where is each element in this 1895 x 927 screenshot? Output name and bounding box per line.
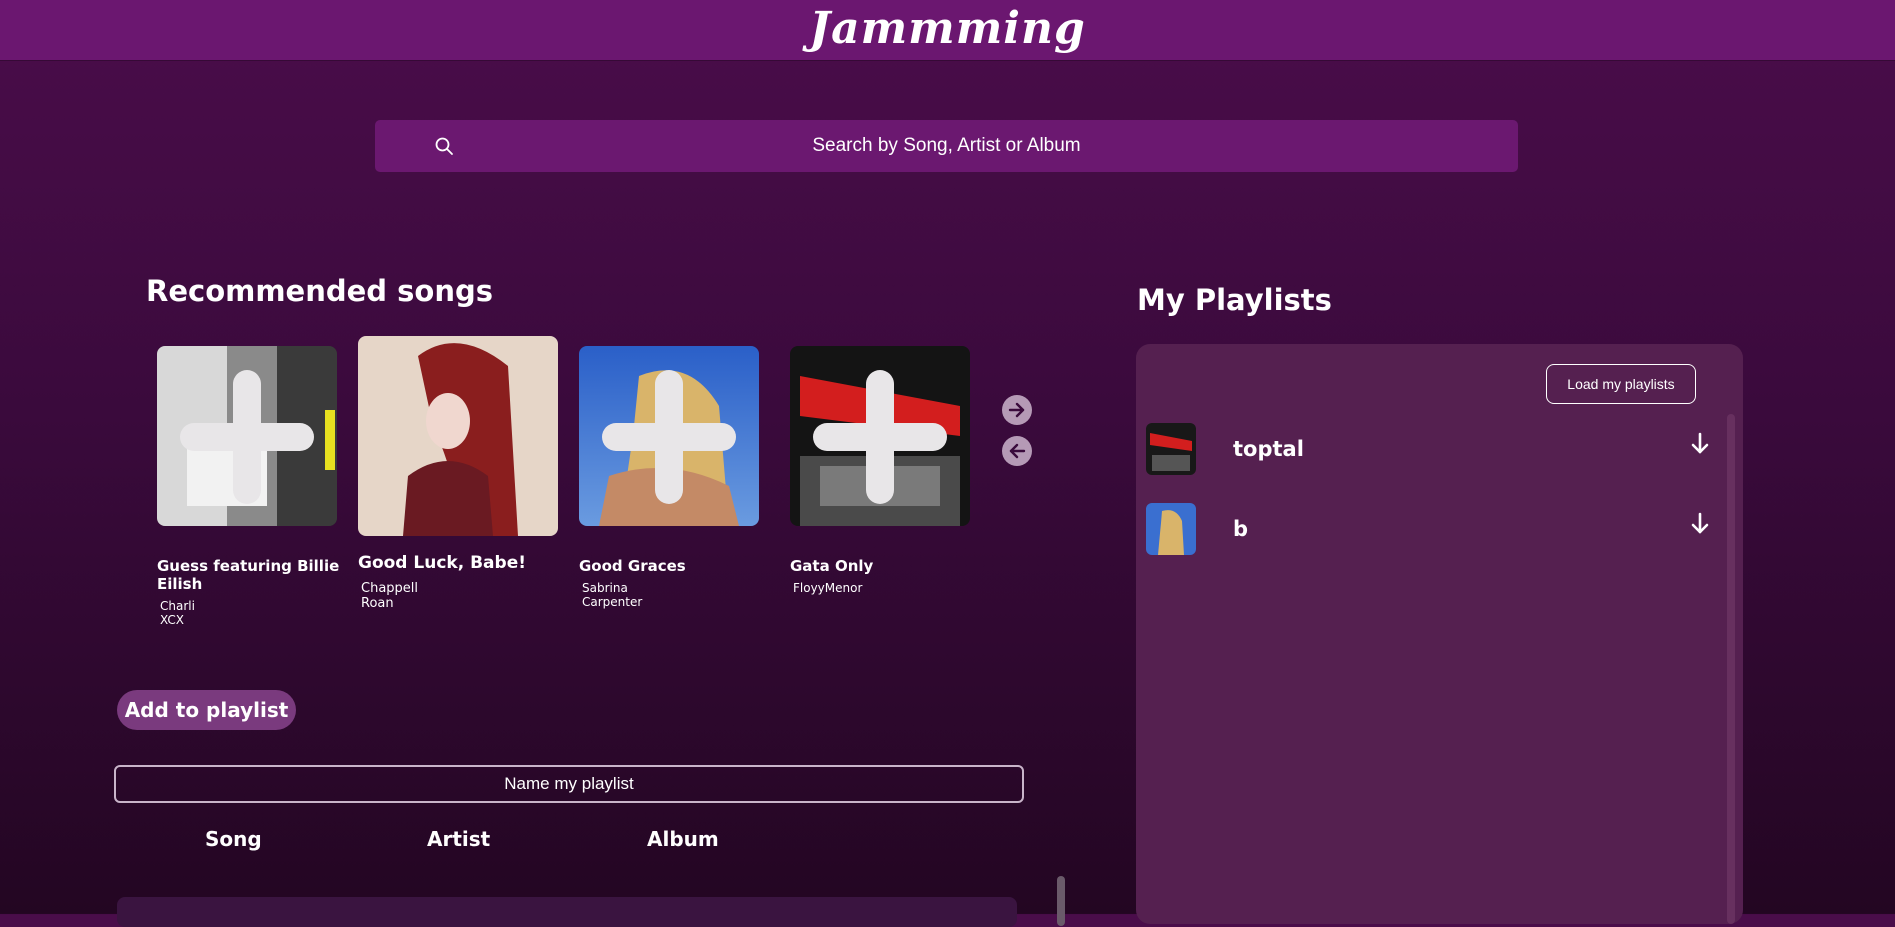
playlist-thumbnail (1146, 503, 1196, 555)
song-artist: Chappell Roan (361, 581, 419, 611)
song-artist: Charli XCX (160, 599, 195, 627)
column-header-artist: Artist (427, 827, 491, 851)
search-bar[interactable]: Search by Song, Artist or Album (375, 120, 1518, 172)
playlist-track-table (117, 897, 1017, 927)
playlist-name: b (1233, 517, 1249, 541)
top-bar: Jammming (0, 0, 1895, 60)
download-arrow-icon[interactable] (1689, 512, 1711, 536)
carousel-prev-button[interactable] (1002, 436, 1032, 466)
playlist-cover-art (1146, 503, 1196, 555)
playlist-name-input[interactable]: Name my playlist (114, 765, 1024, 803)
add-song-plus-icon[interactable] (602, 370, 736, 504)
add-song-plus-icon[interactable] (813, 370, 947, 504)
song-title: Good Luck, Babe! (358, 553, 526, 573)
playlist-name: toptal (1233, 437, 1304, 461)
load-playlists-button[interactable]: Load my playlists (1546, 364, 1696, 404)
recommended-title: Recommended songs (146, 274, 493, 308)
download-arrow-icon[interactable] (1689, 432, 1711, 456)
add-song-plus-icon[interactable] (180, 370, 314, 504)
app-logo: Jammming (809, 3, 1086, 54)
song-title: Gata Only (790, 557, 874, 575)
track-list-scrollbar[interactable] (1057, 876, 1065, 926)
playlists-scrollbar[interactable] (1727, 414, 1735, 924)
playlist-item[interactable]: b (1146, 503, 1709, 555)
my-playlists-title: My Playlists (1137, 283, 1332, 317)
playlist-thumbnail (1146, 423, 1196, 475)
column-header-song: Song (205, 827, 262, 851)
arrow-right-icon (1008, 402, 1025, 418)
column-header-album: Album (647, 827, 719, 851)
playlist-item[interactable]: toptal (1146, 423, 1709, 475)
song-title: Good Graces (579, 557, 686, 575)
add-to-playlist-button[interactable]: Add to playlist (117, 690, 296, 730)
song-artist: Sabrina Carpenter (582, 581, 643, 609)
album-art (358, 336, 558, 536)
carousel-next-button[interactable] (1002, 395, 1032, 425)
album-cover[interactable] (358, 336, 558, 536)
playlist-cover-art (1146, 423, 1196, 475)
search-input[interactable]: Search by Song, Artist or Album (375, 120, 1518, 172)
song-artist: FloyyMenor (793, 581, 863, 595)
song-title: Guess featuring Billie Eilish (157, 557, 340, 593)
arrow-left-icon (1009, 443, 1026, 459)
